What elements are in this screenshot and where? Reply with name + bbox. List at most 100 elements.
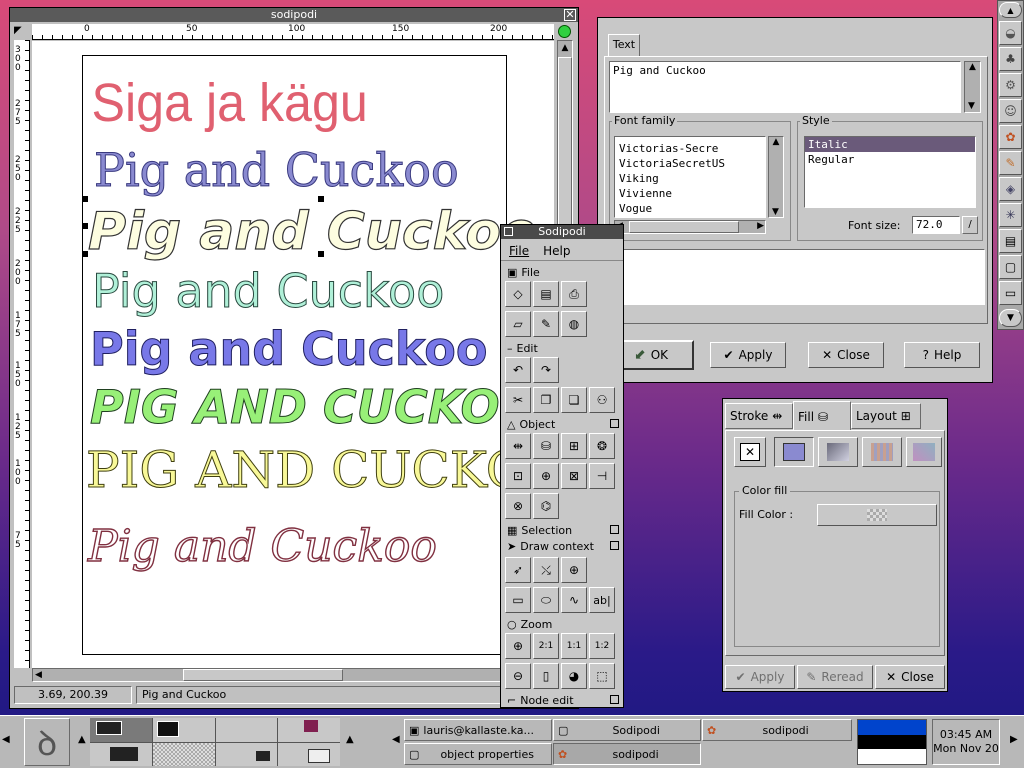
group-button[interactable]: ⊡ <box>505 463 531 489</box>
text-entry[interactable]: Pig and Cuckoo <box>609 61 961 113</box>
workspace-cell[interactable] <box>215 718 278 742</box>
align-button[interactable]: ⊞ <box>561 433 587 459</box>
duplicate-button[interactable]: ⚇ <box>589 387 615 413</box>
workspace-cell[interactable] <box>278 742 340 766</box>
gnome-foot-button[interactable]: ꝺ <box>24 718 70 766</box>
menu-file[interactable]: File <box>509 244 529 258</box>
canvas-text-line[interactable]: Pig and Cuckoo <box>86 520 437 572</box>
cut-button[interactable]: ✂ <box>505 387 531 413</box>
fill-radial-button[interactable] <box>906 437 942 467</box>
section-toggle-box[interactable] <box>610 525 619 534</box>
import-button[interactable]: ✎ <box>533 311 559 337</box>
undo-button[interactable]: ↶ <box>505 357 531 383</box>
font-family-vscroll[interactable]: ▲ ▼ <box>768 136 784 218</box>
dock-app-2[interactable]: ♣ <box>999 47 1022 71</box>
section-zoom[interactable]: ○ Zoom <box>503 617 621 631</box>
canvas-text-line[interactable]: Pig and Cuckoo <box>92 264 445 319</box>
section-selection[interactable]: ▦ Selection <box>503 523 621 537</box>
task-button[interactable]: ✿ sodipodi <box>702 719 852 741</box>
pager-arrow-icon[interactable]: ▲ <box>78 734 86 745</box>
font-family-list[interactable]: Victorias-Secre VictoriaSecretUS Viking … <box>614 136 766 218</box>
task-button[interactable]: ▢ object properties <box>404 743 552 765</box>
tasklist-arrow-icon[interactable]: ▲ <box>346 734 354 745</box>
style-item-selected[interactable]: Italic <box>805 137 975 152</box>
section-node-edit[interactable]: ⌐ Node edit <box>503 693 621 707</box>
dock-app-6[interactable]: ✎ <box>999 151 1022 175</box>
ellipse-tool-button[interactable]: ⬭ <box>533 587 559 613</box>
scroll-down-icon[interactable]: ▼ <box>968 101 975 111</box>
dock-app-3[interactable]: ⚙ <box>999 73 1022 97</box>
section-toggle-box[interactable] <box>610 419 619 428</box>
scroll-right-icon[interactable]: ▶ <box>757 221 764 231</box>
zoom-out-button[interactable]: ⊖ <box>505 663 531 689</box>
close-icon[interactable]: ✕ <box>564 9 576 21</box>
dock-scroll-up[interactable]: ▲ <box>999 2 1022 18</box>
main-window-titlebar[interactable]: sodipodi <box>10 8 578 22</box>
fill-close-button[interactable]: ✕ Close <box>875 665 945 689</box>
section-toggle-box[interactable] <box>610 695 619 704</box>
font-family-item[interactable]: Vogue <box>619 201 763 216</box>
fill-reread-button[interactable]: ✎ Reread <box>797 665 873 689</box>
workspace-cell[interactable] <box>215 742 278 766</box>
zoom-in-button[interactable]: ⊕ <box>505 633 531 659</box>
open-button[interactable]: ▱ <box>505 311 531 337</box>
dock-app-11[interactable]: ▭ <box>999 281 1022 305</box>
ungroup-button[interactable]: ⊗ <box>505 493 531 519</box>
zoom-page-button[interactable]: ▯ <box>533 663 559 689</box>
path-button[interactable]: ⌬ <box>533 493 559 519</box>
save-button[interactable]: ▤ <box>533 281 559 307</box>
canvas-text-line[interactable]: Pig and Cuckoo <box>87 201 537 262</box>
style-item[interactable]: Regular <box>805 152 975 167</box>
canvas-text-line[interactable]: Siga ja kägu <box>92 73 368 133</box>
workspace-cell[interactable] <box>90 718 152 742</box>
node-button[interactable]: ⊠ <box>561 463 587 489</box>
task-button-active[interactable]: ✿ sodipodi <box>553 743 701 765</box>
dock-app-7[interactable]: ◈ <box>999 177 1022 201</box>
task-button[interactable]: ▣ lauris@kallaste.ka... <box>404 719 552 741</box>
select-tool-button[interactable]: ➶ <box>505 557 531 583</box>
help-button[interactable]: ? Help <box>904 342 980 368</box>
toolbox-titlebar[interactable]: Sodipodi <box>501 225 623 239</box>
fill-tool-button[interactable]: ⛁ <box>533 433 559 459</box>
workspace-cell[interactable] <box>278 718 340 742</box>
font-family-item[interactable]: Vivienne <box>619 186 763 201</box>
redo-button[interactable]: ↷ <box>533 357 559 383</box>
font-family-item[interactable]: VictoriaSecretUS <box>619 156 763 171</box>
tab-layout[interactable]: Layout ⊞ <box>851 403 921 429</box>
section-file[interactable]: ▣ File <box>503 265 621 279</box>
section-draw-context[interactable]: ➤ Draw context <box>503 539 621 553</box>
zoom-1-button[interactable]: 1:1 <box>561 633 587 659</box>
fill-none-button[interactable]: ✕ <box>734 437 766 467</box>
dock-app-4[interactable]: ☺ <box>999 99 1022 123</box>
apply-button[interactable]: ✔ Apply <box>710 342 786 368</box>
tab-stroke[interactable]: Stroke ⇹ <box>725 403 793 429</box>
close-button[interactable]: ✕ Close <box>808 342 884 368</box>
text-entry-scrollbar[interactable]: ▲ ▼ <box>964 61 981 113</box>
zoom-half-button[interactable]: 1:2 <box>589 633 615 659</box>
workspace-cell[interactable] <box>152 742 215 766</box>
font-family-hscroll[interactable]: ◀ ▶ <box>614 220 766 234</box>
fill-linear-button[interactable] <box>818 437 858 467</box>
canvas-text-line[interactable]: PIG AND CUCKOO <box>86 441 555 500</box>
font-size-input[interactable]: 72.0 <box>912 216 960 234</box>
fill-color-button[interactable] <box>817 504 937 526</box>
copy-button[interactable]: ❐ <box>533 387 559 413</box>
scroll-up-icon[interactable]: ▲ <box>965 62 980 72</box>
print-button[interactable]: ⎙ <box>561 281 587 307</box>
zoom-2-button[interactable]: 2:1 <box>533 633 559 659</box>
flip-button[interactable]: ⇹ <box>505 433 531 459</box>
menu-arrow-icon[interactable]: ◤ <box>14 25 26 37</box>
scroll-thumb-horizontal[interactable] <box>629 221 739 233</box>
drawing-canvas[interactable]: Siga ja kägu Pig and Cuckoo Pig and Cuck… <box>32 41 554 668</box>
rect-tool-button[interactable]: ▭ <box>505 587 531 613</box>
dock-scroll-down[interactable]: ▼ <box>999 309 1022 327</box>
text-tool-button[interactable]: ab| <box>589 587 615 613</box>
horizontal-scrollbar[interactable]: ◀ <box>32 668 554 682</box>
font-size-dropdown[interactable]: / <box>962 216 978 234</box>
section-toggle-box[interactable] <box>610 541 619 550</box>
window-menu-icon[interactable] <box>504 227 513 236</box>
workspace-cell[interactable] <box>90 742 152 766</box>
dock-app-1[interactable]: ◒ <box>999 21 1022 45</box>
zoom-tool-button[interactable]: ⊕ <box>561 557 587 583</box>
canvas-text-line[interactable]: PIG AND CUCKOO <box>90 380 540 435</box>
